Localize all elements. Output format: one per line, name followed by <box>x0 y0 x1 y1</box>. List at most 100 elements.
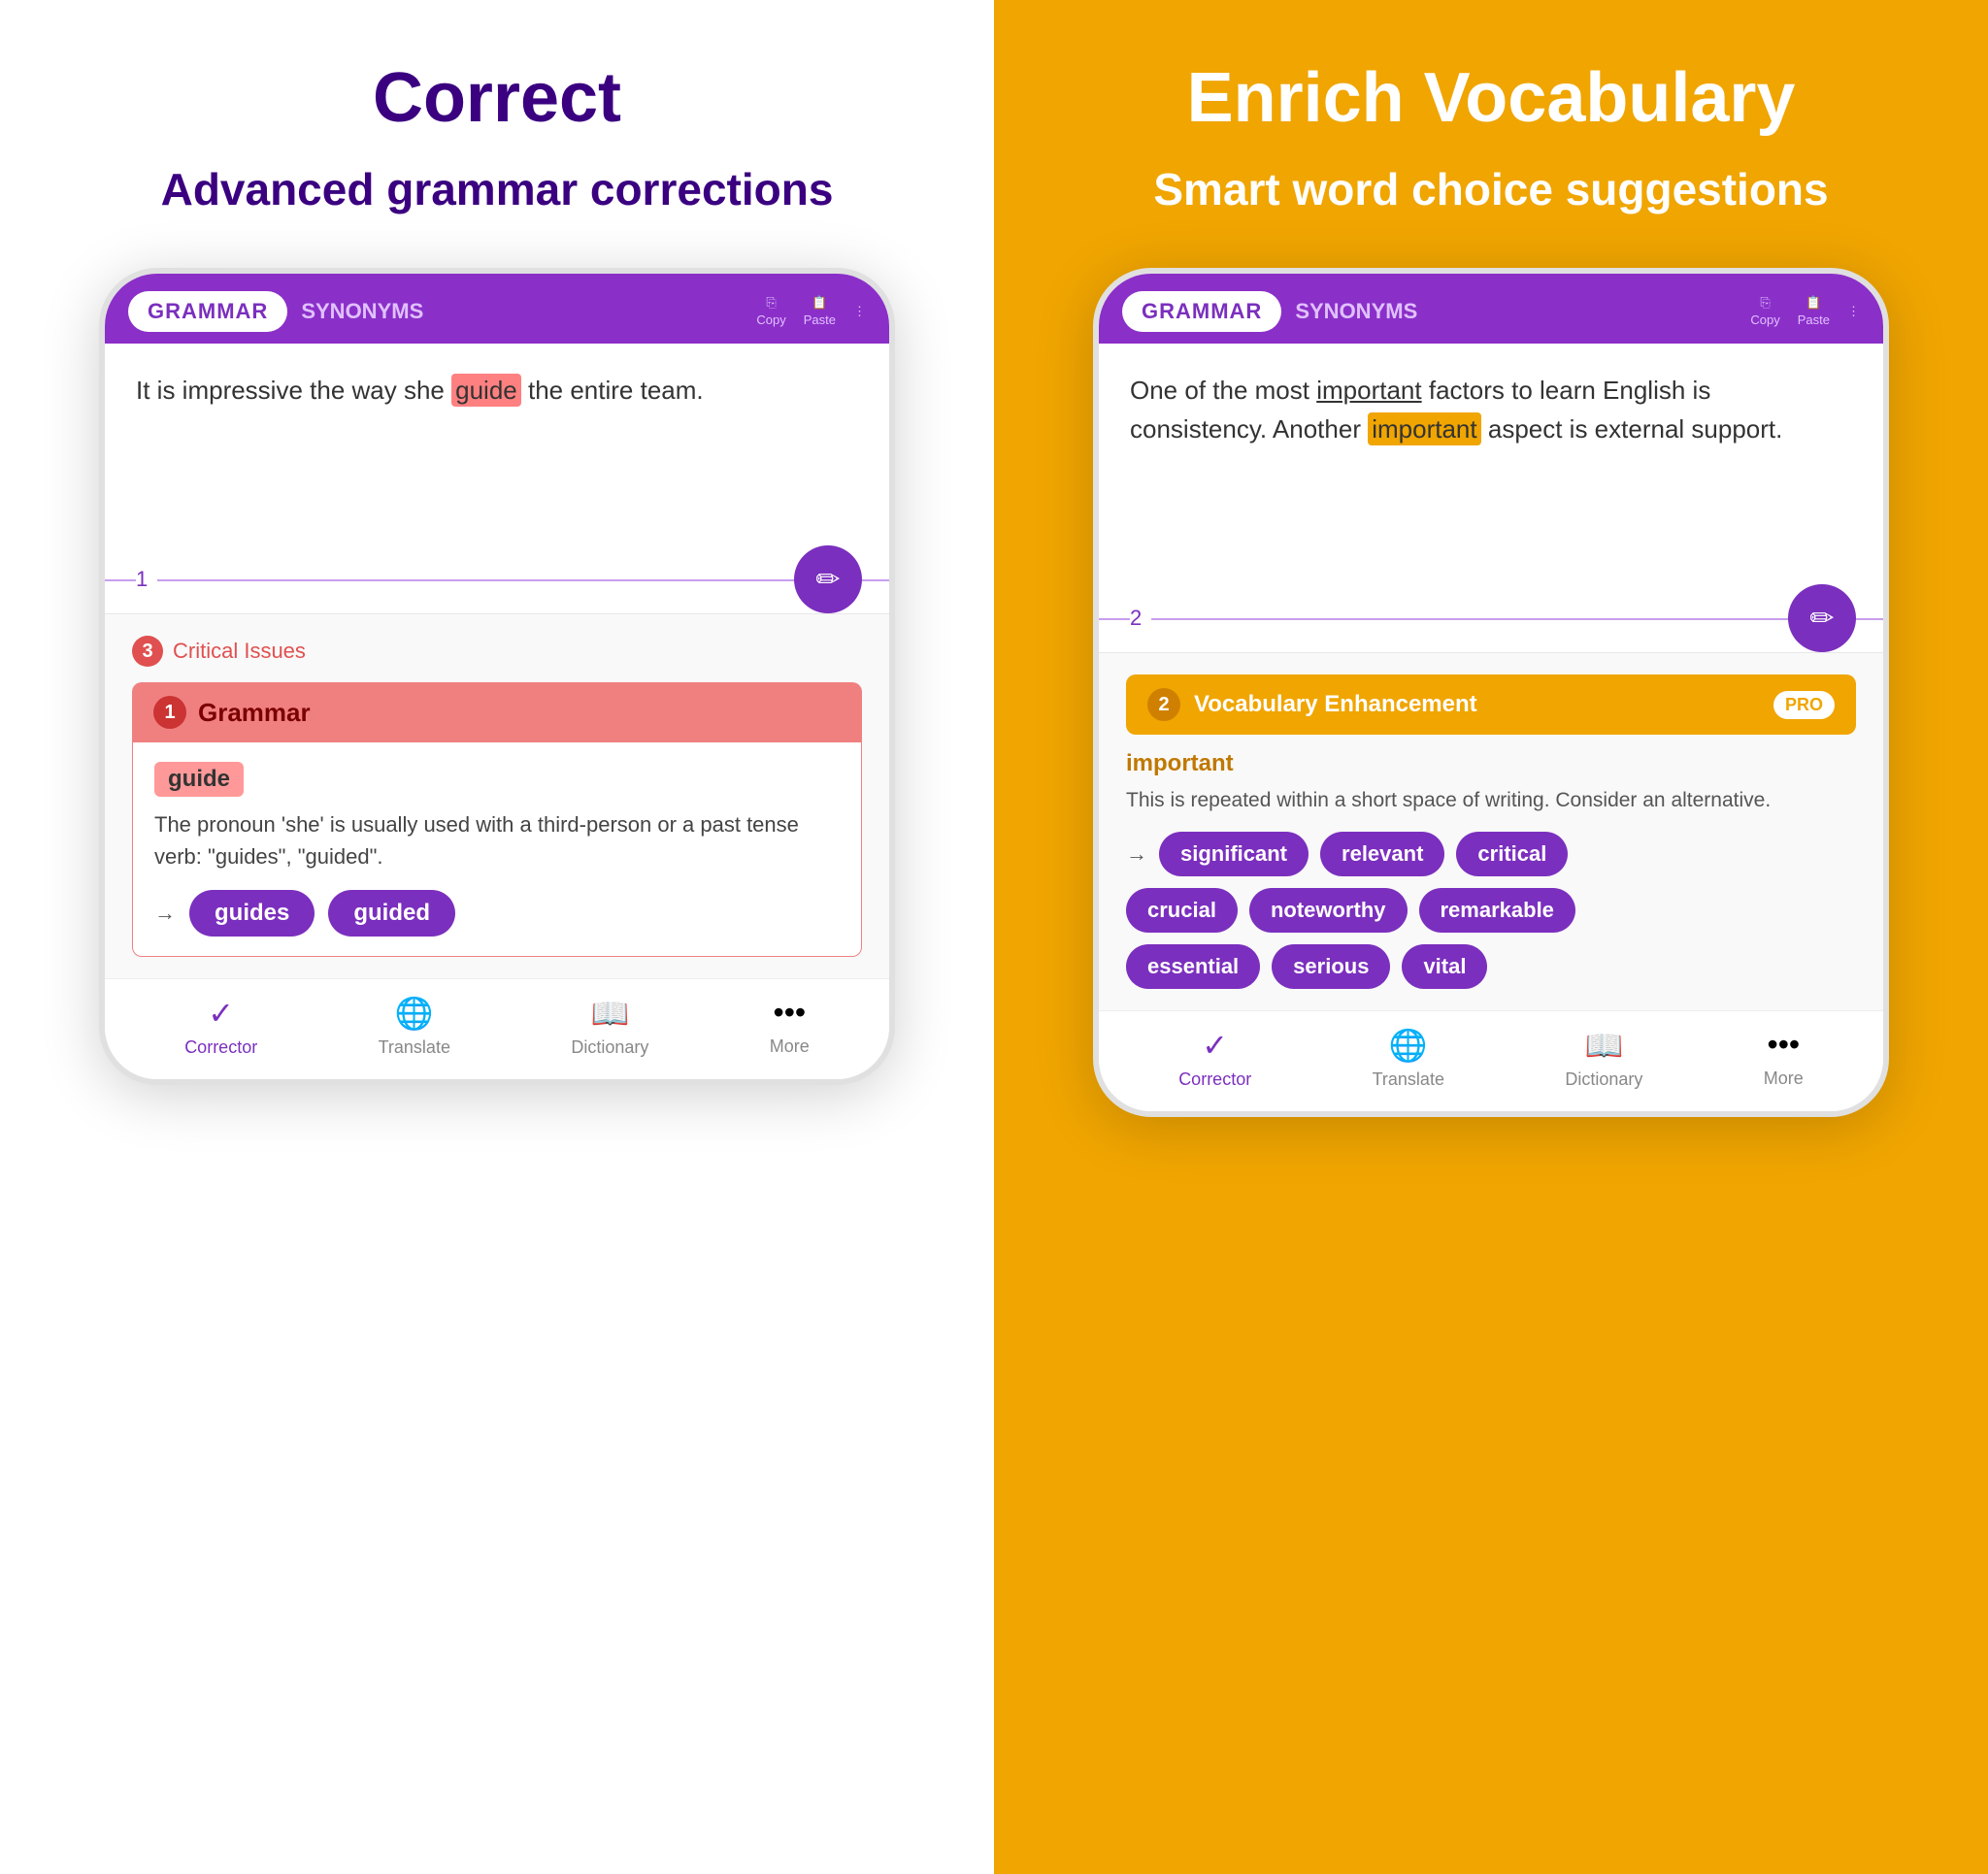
right-nav-translate[interactable]: 🌐 Translate <box>1373 1027 1444 1090</box>
arrow-label: → <box>154 901 176 926</box>
right-translate-icon: 🌐 <box>1389 1027 1428 1064</box>
vocab-word: important <box>1126 750 1856 777</box>
copy-icon[interactable]: ⎘ Copy <box>756 295 785 327</box>
right-edit-fab-button[interactable]: ✏ <box>1788 584 1856 652</box>
issues-label: Critical Issues <box>173 639 306 664</box>
left-panel-subtitle: Advanced grammar corrections <box>161 161 834 219</box>
vocab-count-badge: 2 <box>1147 688 1180 721</box>
left-phone-content: It is impressive the way she guide the e… <box>105 344 889 429</box>
vocab-chip-significant[interactable]: significant <box>1159 832 1309 876</box>
vocab-suggestions-row-3: essential serious vital <box>1126 944 1856 989</box>
right-nav-dictionary[interactable]: 📖 Dictionary <box>1565 1027 1642 1090</box>
right-phone-mockup: GRAMMAR SYNONYMS ⎘ Copy 📋 Paste ⋮ One of… <box>1093 268 1889 1117</box>
grammar-section-title: Grammar <box>198 698 311 728</box>
dictionary-icon: 📖 <box>590 995 629 1032</box>
suggestion-chip-1[interactable]: guides <box>189 890 315 937</box>
paste-icon[interactable]: 📋 Paste <box>804 295 836 327</box>
right-text-1: One of the most <box>1130 376 1309 405</box>
nav-dictionary[interactable]: 📖 Dictionary <box>571 995 648 1058</box>
left-panel-title: Correct <box>373 58 621 138</box>
vocab-section-title: Vocabulary Enhancement <box>1194 691 1760 718</box>
left-divider: 1 ✏ <box>105 545 889 613</box>
vocab-chip-critical[interactable]: critical <box>1456 832 1568 876</box>
right-panel-subtitle: Smart word choice suggestions <box>1153 161 1828 219</box>
text-after-highlight: the entire team. <box>528 376 704 405</box>
right-topbar: GRAMMAR SYNONYMS ⎘ Copy 📋 Paste ⋮ <box>1099 274 1883 344</box>
topbar-icons: ⎘ Copy 📋 Paste ⋮ <box>756 295 866 327</box>
vocab-header: 2 Vocabulary Enhancement PRO <box>1126 674 1856 735</box>
text-before-highlight: It is impressive the way she <box>136 376 445 405</box>
right-more-nav-label: More <box>1764 1069 1804 1089</box>
vocab-chip-remarkable[interactable]: remarkable <box>1419 888 1575 933</box>
right-panel-title: Enrich Vocabulary <box>1187 58 1796 138</box>
vocab-chip-crucial[interactable]: crucial <box>1126 888 1238 933</box>
left-text-block: It is impressive the way she guide the e… <box>136 371 858 410</box>
grammar-num-badge: 1 <box>153 696 186 729</box>
nav-translate[interactable]: 🌐 Translate <box>379 995 450 1058</box>
vocab-panel: 2 Vocabulary Enhancement PRO important T… <box>1099 652 1883 1010</box>
right-grammar-tab[interactable]: GRAMMAR <box>1122 291 1281 332</box>
more-icon[interactable]: ⋮ <box>853 304 866 319</box>
suggestion-chip-2[interactable]: guided <box>328 890 455 937</box>
right-divider-line <box>1099 618 1883 620</box>
left-bottom-nav: ✓ Corrector 🌐 Translate 📖 Dictionary •••… <box>105 978 889 1079</box>
right-divider: 2 ✏ <box>1099 584 1883 652</box>
vocab-chip-relevant[interactable]: relevant <box>1320 832 1444 876</box>
error-word-highlight: guide <box>451 374 521 407</box>
divider-number: 1 <box>136 567 157 592</box>
left-phone-mockup: GRAMMAR SYNONYMS ⎘ Copy 📋 Paste ⋮ It is … <box>99 268 895 1085</box>
vocab-chip-vital[interactable]: vital <box>1402 944 1487 989</box>
right-paste-icon[interactable]: 📋 Paste <box>1798 295 1830 327</box>
highlighted-important: important <box>1368 412 1480 445</box>
corrector-nav-label: Corrector <box>184 1037 257 1058</box>
divider-line <box>105 579 889 581</box>
nav-corrector[interactable]: ✓ Corrector <box>184 995 257 1058</box>
right-divider-number: 2 <box>1130 606 1151 631</box>
left-spacer <box>105 429 889 545</box>
vocab-chip-noteworthy[interactable]: noteworthy <box>1249 888 1408 933</box>
right-text-block: One of the most important factors to lea… <box>1130 371 1852 449</box>
issues-count-row: 3 Critical Issues <box>132 636 862 667</box>
vocab-suggestions-row-2: crucial noteworthy remarkable <box>1126 888 1856 933</box>
right-spacer <box>1099 468 1883 584</box>
dictionary-nav-label: Dictionary <box>571 1037 648 1058</box>
grammar-tab[interactable]: GRAMMAR <box>128 291 287 332</box>
nav-more[interactable]: ••• More <box>770 995 810 1058</box>
right-copy-icon[interactable]: ⎘ Copy <box>1750 295 1779 327</box>
error-word-chip: guide <box>154 762 244 797</box>
right-nav-more[interactable]: ••• More <box>1764 1027 1804 1090</box>
right-nav-corrector[interactable]: ✓ Corrector <box>1178 1027 1251 1090</box>
issues-panel: 3 Critical Issues 1 Grammar guide The pr… <box>105 613 889 978</box>
edit-fab-button[interactable]: ✏ <box>794 545 862 613</box>
translate-icon: 🌐 <box>395 995 434 1032</box>
left-panel: Correct Advanced grammar corrections GRA… <box>0 0 994 1874</box>
grammar-description: The pronoun 'she' is usually used with a… <box>154 808 840 872</box>
right-panel: Enrich Vocabulary Smart word choice sugg… <box>994 0 1988 1874</box>
corrector-check-icon: ✓ <box>208 995 234 1032</box>
translate-nav-label: Translate <box>379 1037 450 1058</box>
suggestions-row: → guides guided <box>154 890 840 937</box>
right-bottom-nav: ✓ Corrector 🌐 Translate 📖 Dictionary •••… <box>1099 1010 1883 1111</box>
vocab-arrow-label: → <box>1126 841 1147 867</box>
right-synonyms-tab[interactable]: SYNONYMS <box>1295 299 1417 324</box>
issues-badge: 3 <box>132 636 163 667</box>
underlined-important: important <box>1316 376 1421 405</box>
synonyms-tab[interactable]: SYNONYMS <box>301 299 423 324</box>
vocab-suggestions-row-1: → significant relevant critical <box>1126 832 1856 876</box>
right-dictionary-icon: 📖 <box>1584 1027 1623 1064</box>
right-topbar-icons: ⎘ Copy 📋 Paste ⋮ <box>1750 295 1860 327</box>
right-corrector-check-icon: ✓ <box>1202 1027 1228 1064</box>
right-more-icon[interactable]: ⋮ <box>1847 304 1860 319</box>
right-dictionary-nav-label: Dictionary <box>1565 1069 1642 1090</box>
left-topbar: GRAMMAR SYNONYMS ⎘ Copy 📋 Paste ⋮ <box>105 274 889 344</box>
right-translate-nav-label: Translate <box>1373 1069 1444 1090</box>
right-more-dots-icon: ••• <box>1767 1027 1800 1063</box>
vocab-description: This is repeated within a short space of… <box>1126 785 1856 816</box>
right-phone-content: One of the most important factors to lea… <box>1099 344 1883 469</box>
right-corrector-nav-label: Corrector <box>1178 1069 1251 1090</box>
more-nav-label: More <box>770 1036 810 1057</box>
grammar-header: 1 Grammar <box>132 682 862 742</box>
vocab-chip-serious[interactable]: serious <box>1272 944 1390 989</box>
grammar-body: guide The pronoun 'she' is usually used … <box>132 742 862 957</box>
vocab-chip-essential[interactable]: essential <box>1126 944 1260 989</box>
